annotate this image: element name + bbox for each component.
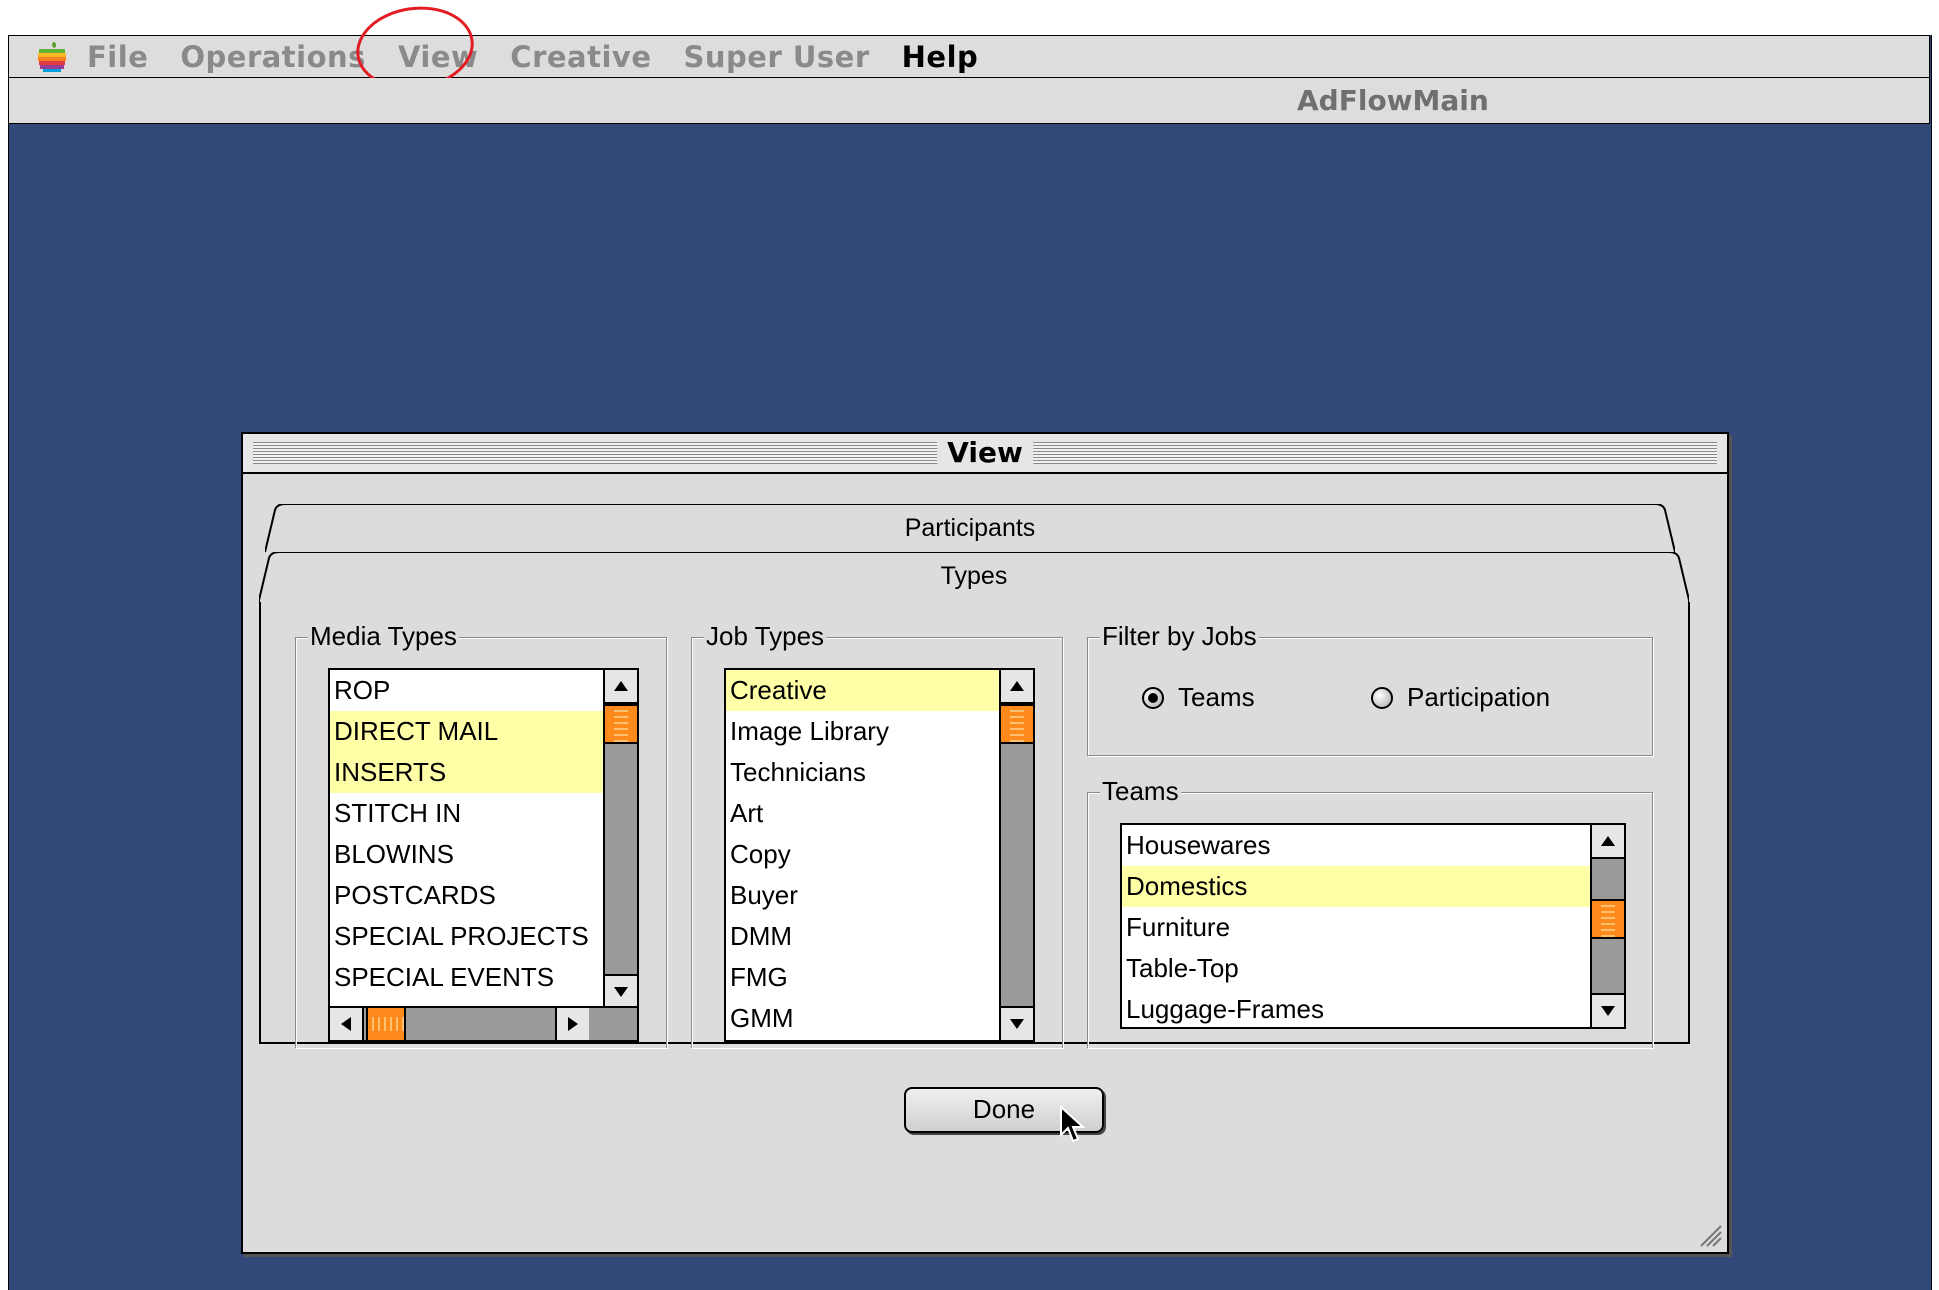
scroll-thumb[interactable] — [1592, 899, 1624, 939]
list-item[interactable]: Technicians — [726, 752, 1001, 793]
tab-types-label: Types — [940, 562, 1008, 590]
list-item[interactable]: FMG — [726, 957, 1001, 998]
media-types-items: ROP DIRECT MAIL INSERTS STITCH IN BLOWIN… — [330, 670, 605, 998]
filter-by-jobs-group: Filter by Jobs Teams Participation — [1087, 620, 1653, 756]
list-item[interactable]: Image Library — [726, 711, 1001, 752]
menu-help[interactable]: Help — [902, 40, 979, 74]
list-item[interactable]: STITCH IN — [330, 793, 605, 834]
list-item[interactable]: SPECIAL PROJECTS — [330, 916, 605, 957]
app-title-bar: AdFlowMain — [8, 78, 1930, 124]
scroll-up-icon[interactable] — [1001, 670, 1033, 704]
radio-teams-label: Teams — [1178, 682, 1255, 712]
media-types-label: Media Types — [308, 620, 459, 652]
list-item[interactable]: DIRECT MAIL — [330, 711, 605, 752]
list-item[interactable]: POSTCARDS — [330, 875, 605, 916]
list-item[interactable]: Buyer — [726, 875, 1001, 916]
media-types-list[interactable]: ROP DIRECT MAIL INSERTS STITCH IN BLOWIN… — [328, 668, 639, 1042]
menu-operations[interactable]: Operations — [180, 40, 366, 74]
tab-types[interactable]: Types — [259, 552, 1689, 604]
scroll-up-icon[interactable] — [1592, 825, 1624, 859]
media-types-group: Media Types ROP DIRECT MAIL INSERTS STIT… — [295, 620, 667, 1048]
list-item[interactable]: GMM — [726, 998, 1001, 1039]
mouse-pointer-icon — [1060, 1105, 1085, 1143]
job-types-label: Job Types — [704, 620, 827, 652]
scroll-left-icon[interactable] — [330, 1008, 364, 1040]
menu-bar: File Operations View Creative Super User… — [8, 35, 1930, 78]
teams-group: Teams Housewares Domestics Furniture Tab… — [1087, 775, 1653, 1048]
list-item[interactable]: Luggage-Frames — [1122, 989, 1592, 1027]
teams-label: Teams — [1100, 775, 1181, 807]
job-types-items: Creative Image Library Technicians Art C… — [726, 670, 1001, 1039]
apple-menu-icon[interactable] — [35, 40, 69, 74]
menu-super-user[interactable]: Super User — [684, 40, 870, 74]
radio-checked-icon — [1142, 686, 1164, 709]
scroll-down-icon[interactable] — [605, 974, 637, 1008]
radio-teams[interactable]: Teams — [1142, 682, 1255, 713]
media-types-vscrollbar[interactable] — [603, 670, 637, 1008]
menu-file[interactable]: File — [87, 40, 148, 74]
scroll-thumb[interactable] — [605, 704, 637, 744]
types-panel: Media Types ROP DIRECT MAIL INSERTS STIT… — [259, 602, 1690, 1048]
radio-unchecked-icon — [1371, 686, 1393, 709]
radio-participation[interactable]: Participation — [1371, 682, 1550, 713]
teams-items: Housewares Domestics Furniture Table-Top… — [1122, 825, 1592, 1027]
list-item[interactable]: BLOWINS — [330, 834, 605, 875]
menu-creative[interactable]: Creative — [510, 40, 651, 74]
tab-participants[interactable]: Participants — [265, 504, 1675, 554]
dialog-title: View — [937, 436, 1033, 469]
list-item[interactable]: SPECIAL EVENTS — [330, 957, 605, 998]
list-item[interactable]: Copy — [726, 834, 1001, 875]
list-item[interactable]: DMM — [726, 916, 1001, 957]
media-types-hscrollbar[interactable] — [330, 1006, 637, 1040]
scroll-down-icon[interactable] — [1001, 1006, 1033, 1040]
list-item[interactable]: Housewares — [1122, 825, 1592, 866]
job-types-group: Job Types Creative Image Library Technic… — [691, 620, 1063, 1048]
scroll-right-icon[interactable] — [555, 1008, 589, 1040]
scroll-up-icon[interactable] — [605, 670, 637, 704]
list-item[interactable]: INSERTS — [330, 752, 605, 793]
list-item[interactable]: Domestics — [1122, 866, 1592, 907]
list-item[interactable]: Furniture — [1122, 907, 1592, 948]
job-types-vscrollbar[interactable] — [999, 670, 1033, 1040]
teams-list[interactable]: Housewares Domestics Furniture Table-Top… — [1120, 823, 1626, 1029]
scroll-thumb[interactable] — [1001, 704, 1033, 744]
resize-grip-icon[interactable] — [1693, 1218, 1723, 1248]
view-dialog: View Participants Types Media Types ROP … — [241, 432, 1729, 1254]
list-item[interactable]: Table-Top — [1122, 948, 1592, 989]
list-item[interactable]: Creative — [726, 670, 1001, 711]
scroll-thumb[interactable] — [366, 1008, 406, 1040]
tab-participants-label: Participants — [904, 514, 1036, 542]
scroll-down-icon[interactable] — [1592, 993, 1624, 1027]
list-item[interactable]: Art — [726, 793, 1001, 834]
teams-vscrollbar[interactable] — [1590, 825, 1624, 1027]
job-types-list[interactable]: Creative Image Library Technicians Art C… — [724, 668, 1035, 1042]
radio-participation-label: Participation — [1407, 682, 1551, 712]
filter-by-jobs-label: Filter by Jobs — [1100, 620, 1259, 652]
list-item[interactable]: ROP — [330, 670, 605, 711]
dialog-title-bar[interactable]: View — [243, 434, 1727, 474]
app-title: AdFlowMain — [1297, 84, 1489, 117]
